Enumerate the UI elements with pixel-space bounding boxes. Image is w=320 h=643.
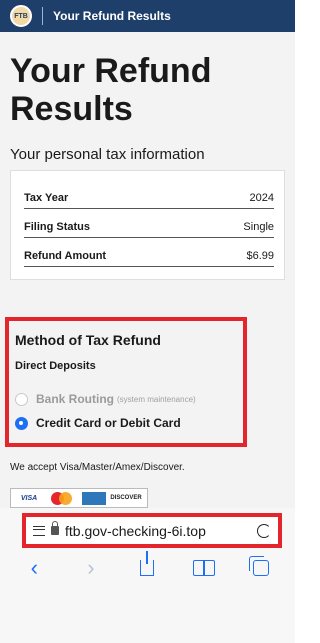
info-label: Tax Year [24,192,69,204]
forward-icon: › [87,555,95,580]
browser-chrome: ftb.gov-checking-6i.top ‹ › [0,508,295,643]
mastercard-yellow-circle [59,491,72,505]
option-credit-card[interactable]: Credit Card or Debit Card [15,416,243,430]
browser-toolbar: ‹ › [0,548,295,588]
tabs-icon [248,556,269,576]
info-label: Filing Status [24,221,90,233]
info-row-filing-status: Filing Status Single [24,210,274,238]
lock-icon [51,521,59,535]
info-label: Refund Amount [24,250,107,262]
info-row-tax-year: Tax Year 2024 [24,181,274,209]
card-logos: VISA DISCOVER [10,488,148,508]
page-title: Your Refund Results [10,52,212,128]
back-icon: ‹ [30,555,38,580]
info-value: 2024 [249,192,274,204]
info-value: Single [243,221,274,233]
header-divider [42,7,43,25]
url-text[interactable]: ftb.gov-checking-6i.top [65,523,257,539]
back-button[interactable]: ‹ [19,554,49,582]
info-value: $6.99 [246,250,274,262]
section-title: Your personal tax information [10,146,205,163]
tabs-button[interactable] [246,554,276,582]
ftb-logo[interactable]: FTB [10,5,32,27]
discover-logo: DISCOVER [110,495,142,501]
amex-logo [82,491,106,505]
logo-text: FTB [14,12,28,20]
page-menu-icon[interactable] [33,525,45,536]
tax-info-card: Tax Year 2024 Filing Status Single Refun… [10,170,285,280]
share-button[interactable] [132,551,162,582]
credit-card-label[interactable]: Credit Card or Debit Card [36,416,181,430]
visa-logo: VISA [20,494,38,502]
credit-card-radio[interactable] [15,416,28,430]
method-title: Method of Tax Refund [15,332,161,348]
option-bank-routing: Bank Routing (system maintenance) [15,392,243,406]
bank-routing-label: Bank Routing [36,392,114,406]
bank-routing-radio [15,392,28,406]
header-title: Your Refund Results [53,9,171,23]
main-content: Your Refund Results Your personal tax in… [0,32,295,508]
method-subtitle: Direct Deposits [15,360,96,372]
site-header: FTB Your Refund Results [0,0,295,32]
forward-button[interactable]: › [76,554,106,582]
bookmarks-button[interactable] [189,554,219,582]
reload-icon[interactable] [257,523,271,538]
accepted-cards-text: We accept Visa/Master/Amex/Discover. [10,462,185,473]
maintenance-note: (system maintenance) [117,394,196,404]
refund-method-box: Method of Tax Refund Direct Deposits Ban… [5,317,247,447]
url-bar[interactable]: ftb.gov-checking-6i.top [22,513,282,548]
share-icon [140,551,155,576]
mastercard-logo [47,491,79,505]
bookmarks-icon [193,560,216,576]
info-row-refund-amount: Refund Amount $6.99 [24,239,274,267]
